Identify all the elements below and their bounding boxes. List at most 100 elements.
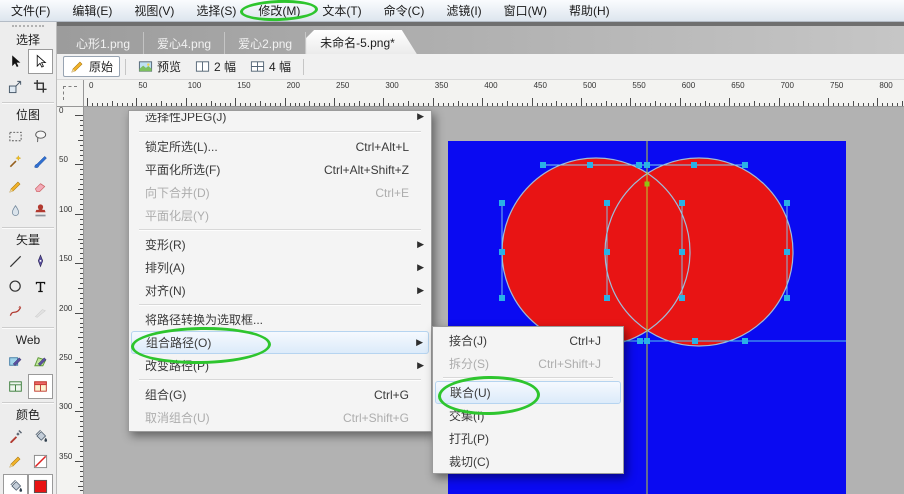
document-tab[interactable]: 心形1.png (63, 32, 144, 54)
ruler-tick (78, 189, 83, 190)
selection-handle[interactable] (644, 338, 650, 344)
pen-tool[interactable] (28, 249, 53, 274)
crop-tool[interactable] (28, 74, 53, 99)
rubber-stamp-tool[interactable] (28, 199, 53, 224)
viewmode-button[interactable]: 2 幅 (188, 56, 243, 77)
fill-color-bucket[interactable] (3, 474, 28, 494)
ruler-tick (122, 103, 123, 106)
menu-item[interactable]: 组合(G)Ctrl+G (131, 383, 429, 406)
selection-handle[interactable] (742, 338, 748, 344)
menubar-item[interactable]: 窗口(W) (493, 0, 558, 21)
selection-handle[interactable] (499, 295, 505, 301)
selection-handle[interactable] (604, 295, 610, 301)
selection-handle[interactable] (691, 162, 697, 168)
pencil-tool[interactable] (3, 174, 28, 199)
menubar-item[interactable]: 视图(V) (123, 0, 185, 21)
selection-handle[interactable] (784, 249, 790, 255)
menu-item[interactable]: 向下合并(D)Ctrl+E (131, 181, 429, 204)
menu-item-label: 组合(G) (145, 386, 186, 403)
document-tab[interactable]: 爱心4.png (144, 32, 225, 54)
selection-handle[interactable] (679, 249, 685, 255)
menu-item[interactable]: 平面化层(Y) (131, 204, 429, 227)
selection-handle[interactable] (604, 249, 610, 255)
ellipse-tool[interactable] (3, 274, 28, 299)
viewmode-button[interactable]: 4 幅 (243, 56, 298, 77)
horizontal-ruler[interactable]: 0501001502002503003504004505005506006507… (84, 80, 904, 107)
menu-item[interactable]: 改变路径(P)▶ (131, 354, 429, 377)
selection-handle[interactable] (692, 338, 698, 344)
menu-item[interactable]: 接合(J)Ctrl+J (435, 329, 621, 352)
vertical-ruler[interactable]: 050100150200250300350 (57, 107, 84, 494)
menubar-item[interactable]: 滤镜(I) (435, 0, 492, 21)
menu-item-label: 拆分(S) (449, 355, 489, 372)
menu-item[interactable]: 锁定所选(L)...Ctrl+Alt+L (131, 135, 429, 158)
line-tool[interactable] (3, 249, 28, 274)
eraser-tool[interactable] (28, 174, 53, 199)
stroke-color-pencil[interactable] (3, 449, 28, 474)
menu-item[interactable]: 选择性JPEG(J)▶ (131, 113, 429, 129)
subselection-tool[interactable] (28, 49, 53, 74)
menu-item[interactable]: 取消组合(U)Ctrl+Shift+G (131, 406, 429, 429)
menubar-item[interactable]: 修改(M) (247, 0, 311, 21)
paint-bucket-tool[interactable] (28, 424, 53, 449)
viewmode-button[interactable]: 原始 (63, 56, 120, 77)
document-tab[interactable]: 爱心2.png (225, 32, 306, 54)
fill-color-well[interactable] (28, 474, 53, 494)
pointer-tool[interactable] (3, 49, 28, 74)
ruler-tick (626, 103, 627, 106)
selection-handle[interactable] (499, 249, 505, 255)
marquee-tool[interactable] (3, 124, 28, 149)
red-circle[interactable] (605, 158, 793, 346)
selection-handle[interactable] (499, 200, 505, 206)
menubar-item[interactable]: 帮助(H) (558, 0, 621, 21)
menu-item[interactable]: 变形(R)▶ (131, 233, 429, 256)
rectangle-hotspot-tool[interactable] (3, 349, 28, 374)
selection-handle[interactable] (604, 200, 610, 206)
menu-item[interactable]: 对齐(N)▶ (131, 279, 429, 302)
ruler-tick (215, 103, 216, 106)
text-tool[interactable] (28, 274, 53, 299)
freeform-tool[interactable] (3, 299, 28, 324)
menu-item[interactable]: 拆分(S)Ctrl+Shift+J (435, 352, 621, 375)
eyedropper-tool[interactable] (3, 424, 28, 449)
lasso-tool[interactable] (28, 124, 53, 149)
slice-tool[interactable] (3, 374, 28, 399)
menu-item[interactable]: 打孔(P) (435, 427, 621, 450)
blur-tool[interactable] (3, 199, 28, 224)
menubar-item[interactable]: 选择(S) (185, 0, 247, 21)
selection-handle[interactable] (637, 338, 643, 344)
menubar-item[interactable]: 文本(T) (311, 0, 372, 21)
selection-handle[interactable] (784, 295, 790, 301)
menu-item[interactable]: 平面化所选(F)Ctrl+Alt+Shift+Z (131, 158, 429, 181)
ruler-origin-corner[interactable] (57, 80, 84, 107)
menubar-item[interactable]: 编辑(E) (61, 0, 123, 21)
selection-handle[interactable] (679, 295, 685, 301)
magic-wand-tool[interactable] (3, 149, 28, 174)
menubar-item[interactable]: 文件(F) (0, 0, 61, 21)
polygon-hotspot-tool[interactable] (28, 349, 53, 374)
ruler-tick (324, 103, 325, 106)
brush-tool[interactable] (28, 149, 53, 174)
panel-drag-handle[interactable] (12, 25, 44, 31)
knife-tool[interactable] (28, 299, 53, 324)
selection-handle[interactable] (636, 162, 642, 168)
menu-item[interactable]: 裁切(C) (435, 450, 621, 473)
selection-handle[interactable] (784, 200, 790, 206)
viewmode-button[interactable]: 预览 (131, 56, 188, 77)
menu-item[interactable]: 将路径转换为选取框... (131, 308, 429, 331)
path-anchor-point[interactable] (645, 182, 650, 187)
menu-item[interactable]: 联合(U) (435, 381, 621, 404)
menu-item[interactable]: 组合路径(O)▶ (131, 331, 429, 354)
stroke-color-well[interactable] (28, 449, 53, 474)
document-tab[interactable]: 未命名-5.png* (306, 30, 417, 54)
selection-handle[interactable] (679, 200, 685, 206)
selection-handle[interactable] (587, 162, 593, 168)
selection-handle[interactable] (540, 162, 546, 168)
menubar-item[interactable]: 命令(C) (373, 0, 436, 21)
scale-tool[interactable] (3, 74, 28, 99)
show-slices-tool[interactable] (28, 374, 53, 399)
menu-item[interactable]: 排列(A)▶ (131, 256, 429, 279)
selection-handle[interactable] (742, 162, 748, 168)
menu-item[interactable]: 交集(I) (435, 404, 621, 427)
selection-handle[interactable] (644, 162, 650, 168)
